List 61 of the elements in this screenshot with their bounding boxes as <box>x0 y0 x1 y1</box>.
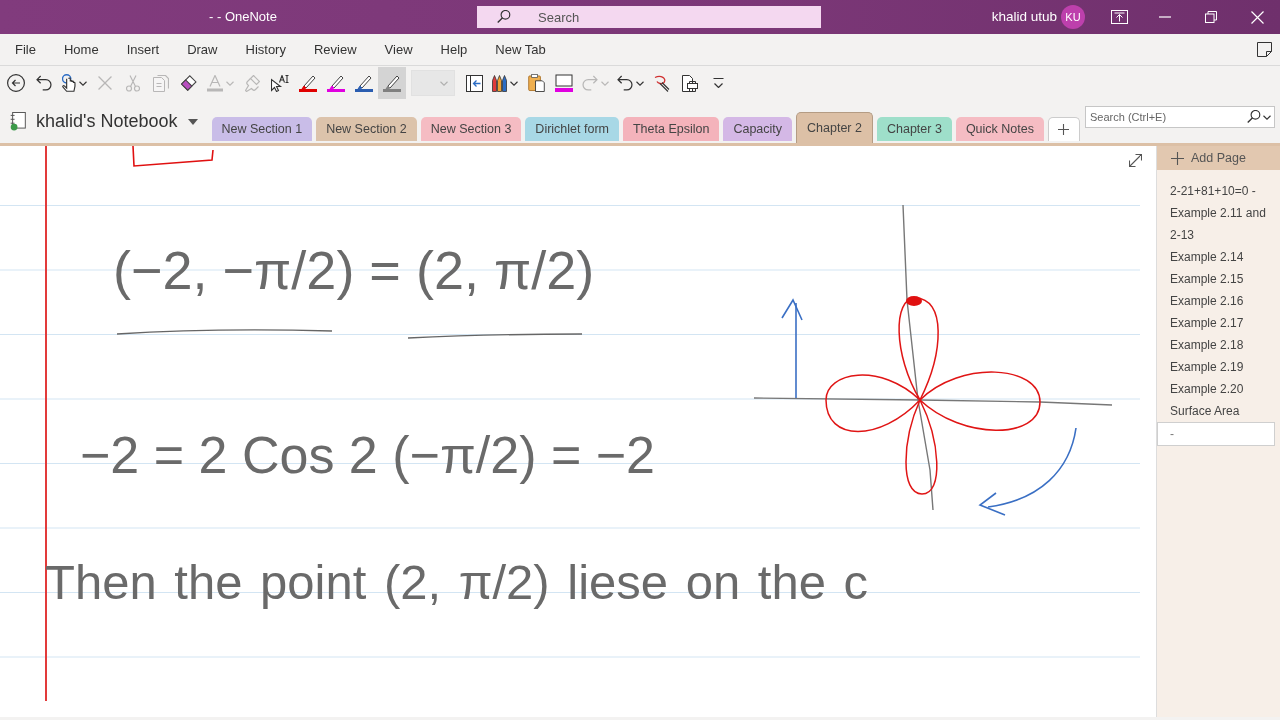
section-search-field[interactable]: Search (Ctrl+E) <box>1085 105 1275 128</box>
screen-arrow-icon <box>1110 10 1128 24</box>
plus-icon <box>1058 124 1070 135</box>
restore-icon <box>1205 11 1217 23</box>
menu-tab[interactable]: Review <box>305 35 365 64</box>
caret-icon <box>1263 114 1271 120</box>
page-list-item[interactable]: Surface Area <box>1157 400 1280 422</box>
notebook-dropdown[interactable]: khalid's Notebook <box>10 108 198 135</box>
menu-tab[interactable]: Help <box>432 35 476 64</box>
section-tab[interactable]: Chapter 3 <box>876 117 952 141</box>
caret-icon <box>79 80 87 86</box>
section-tab[interactable]: Chapter 2 <box>796 112 873 143</box>
page-list-item[interactable]: Example 2.20 <box>1157 378 1280 400</box>
search-icon <box>497 10 511 23</box>
add-page-button[interactable]: Add Page <box>1157 146 1280 170</box>
page-list-item[interactable]: Example 2.15 <box>1157 268 1280 290</box>
caret-icon <box>440 80 448 86</box>
menu-tab[interactable]: View <box>376 35 421 64</box>
caret-icon <box>510 80 518 86</box>
pen-button[interactable] <box>378 67 406 99</box>
menu-tab[interactable]: Draw <box>179 35 226 64</box>
page-list-item[interactable]: 2-21+81+10=0 - <box>1157 180 1280 202</box>
caret-icon <box>601 80 609 86</box>
notebook-icon <box>10 112 26 131</box>
sticky-note-button[interactable] <box>1257 42 1272 57</box>
window-title: - - OneNote <box>209 9 277 25</box>
notebook-name: khalid's Notebook <box>36 110 178 133</box>
page-list-item[interactable]: Example 2.19 <box>1157 356 1280 378</box>
section-tab[interactable]: New Section 1 <box>211 117 313 141</box>
section-tab[interactable]: Theta Epsilon <box>623 117 720 141</box>
expand-icon <box>1129 154 1142 167</box>
page-list-item[interactable]: Example 2.16 <box>1157 290 1280 312</box>
sticky-note-icon <box>1257 42 1272 57</box>
expand-button[interactable] <box>1129 154 1142 167</box>
close-icon <box>1250 10 1264 24</box>
page-list-item[interactable]: Example 2.17 <box>1157 312 1280 334</box>
section-tab[interactable]: New Section 3 <box>420 117 522 141</box>
page-list-item[interactable]: Example 2.14 <box>1157 246 1280 268</box>
page-list-item[interactable]: - <box>1157 422 1275 446</box>
menu-tab[interactable]: Home <box>55 35 107 64</box>
add-section-button[interactable] <box>1047 117 1080 141</box>
section-tab[interactable]: New Section 2 <box>316 117 417 141</box>
user-avatar[interactable]: KU <box>1061 5 1085 29</box>
menu-tab[interactable]: Insert <box>118 35 168 64</box>
page-list-item[interactable]: Example 2.18 <box>1157 334 1280 356</box>
account-name[interactable]: khalid utub <box>991 6 1057 28</box>
caret-icon <box>226 80 234 86</box>
plus-icon <box>1171 151 1184 165</box>
section-tab[interactable]: Quick Notes <box>955 117 1044 141</box>
caret-icon <box>636 80 644 86</box>
search-field[interactable]: Search <box>477 6 821 28</box>
section-tab[interactable]: Capacity <box>723 117 793 141</box>
menu-tab[interactable]: File <box>7 35 44 64</box>
point-marker-icon <box>906 296 922 306</box>
minimize-icon <box>1159 16 1171 18</box>
search-icon <box>1247 109 1261 123</box>
caret-icon <box>187 118 198 125</box>
menu-tab[interactable]: New Tab <box>487 35 554 64</box>
menu-tab[interactable]: History <box>237 35 294 64</box>
page-list-item[interactable]: Example 2.11 and 2-13 <box>1157 202 1280 246</box>
section-tab[interactable]: Dirichlet form <box>525 117 619 141</box>
